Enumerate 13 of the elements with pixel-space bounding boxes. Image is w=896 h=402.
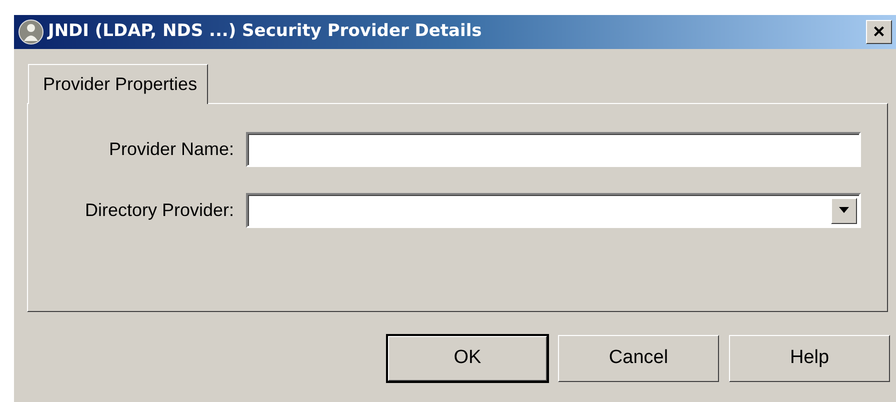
close-button[interactable]: × [866, 20, 892, 44]
dropdown-button[interactable] [831, 198, 857, 224]
caret-icon [838, 207, 850, 214]
input-field[interactable] [246, 132, 861, 167]
field-label: Directory Provider: [84, 199, 235, 222]
dialog-button[interactable]: Cancel [558, 335, 719, 382]
user-icon [18, 19, 44, 45]
window-title: JNDI (LDAP, NDS ...) Security Provider Details [48, 20, 482, 44]
tab[interactable]: Provider Properties [28, 64, 208, 104]
dropdown-field[interactable] [246, 193, 861, 228]
field-label: Provider Name: [108, 138, 235, 161]
dialog-button[interactable]: Help [729, 335, 890, 382]
dialog-button[interactable]: OK [387, 335, 548, 382]
